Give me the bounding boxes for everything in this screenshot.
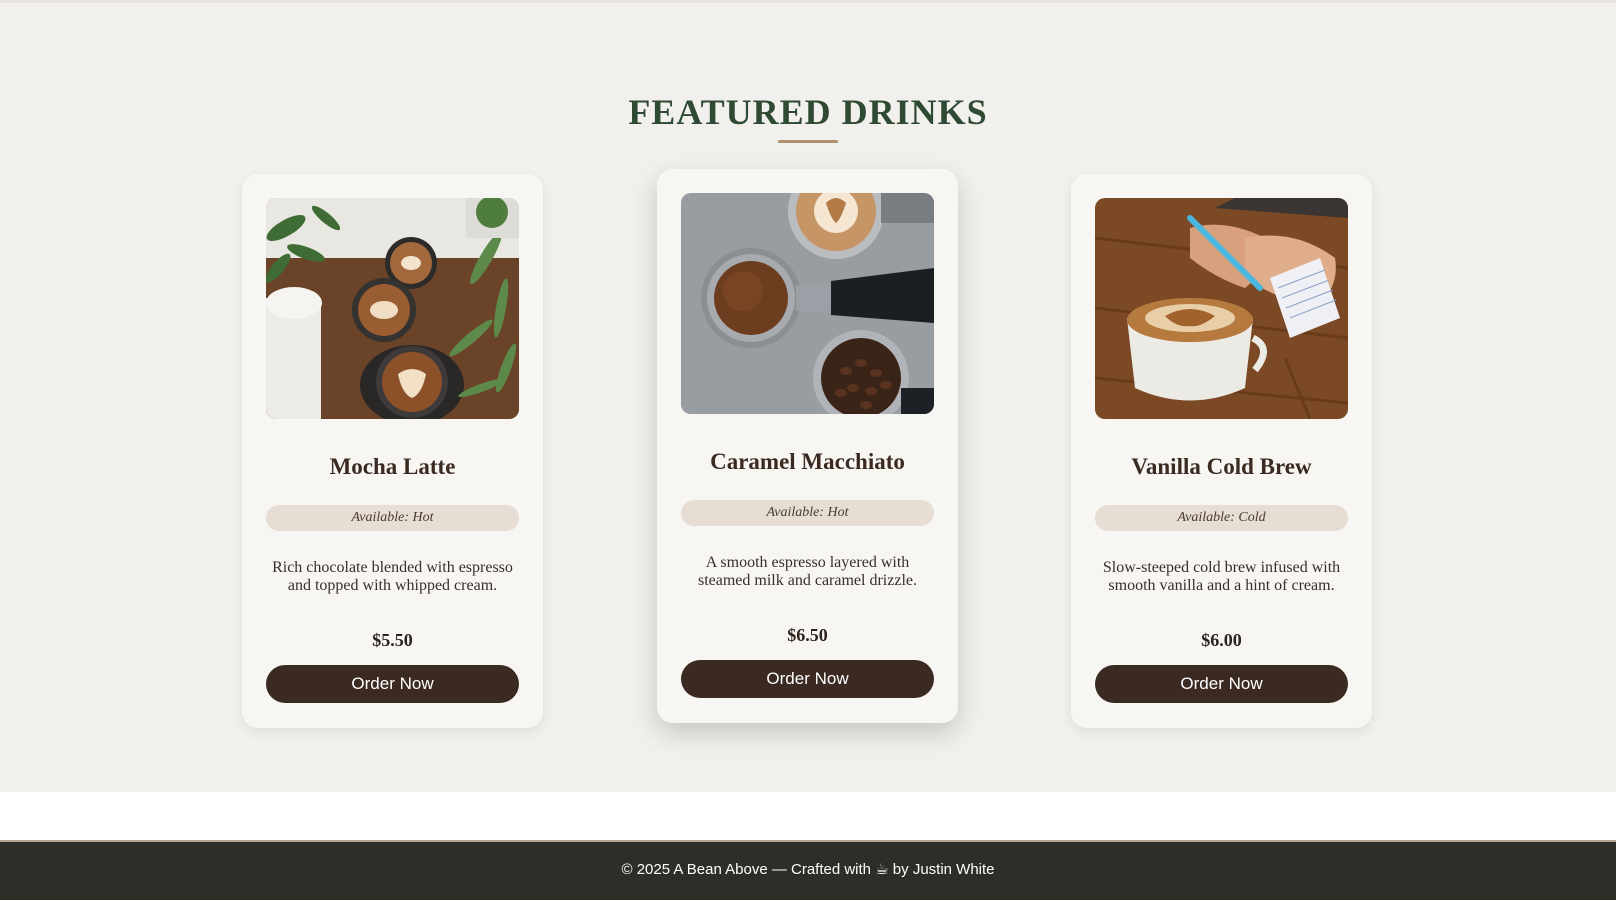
drink-card-mocha-latte: Mocha Latte Available: Hot Rich chocolat… [242, 174, 543, 728]
drink-image [681, 193, 934, 414]
order-now-button[interactable]: Order Now [681, 660, 934, 698]
footer-copyright: © 2025 A Bean Above — Crafted with ☕ by … [621, 861, 995, 878]
section-title: FEATURED DRINKS [628, 92, 988, 132]
drink-image [266, 198, 519, 419]
drink-description: A smooth espresso layered with steamed m… [697, 554, 917, 589]
availability-badge: Available: Hot [266, 505, 519, 531]
drink-name: Mocha Latte [329, 454, 456, 479]
drink-price: $6.00 [1201, 630, 1242, 650]
drink-price: $5.50 [372, 630, 413, 650]
site-footer: © 2025 A Bean Above — Crafted with ☕ by … [0, 842, 1616, 900]
drink-name: Vanilla Cold Brew [1131, 454, 1312, 479]
drink-name: Caramel Macchiato [710, 449, 905, 474]
order-now-button[interactable]: Order Now [266, 665, 519, 703]
drink-card-caramel-macchiato: Caramel Macchiato Available: Hot A smoot… [657, 169, 958, 723]
drink-price: $6.50 [787, 625, 828, 645]
title-underline [778, 140, 838, 143]
order-now-button[interactable]: Order Now [1095, 665, 1348, 703]
availability-badge: Available: Cold [1095, 505, 1348, 531]
drink-description: Slow-steeped cold brew infused with smoo… [1102, 559, 1341, 594]
drink-card-vanilla-cold-brew: Vanilla Cold Brew Available: Cold Slow-s… [1071, 174, 1372, 728]
featured-drinks-section: FEATURED DRINKS Mocha Latte Available: H… [0, 0, 1616, 792]
drink-description: Rich chocolate blended with espresso and… [272, 559, 513, 594]
availability-badge: Available: Hot [681, 500, 934, 526]
drink-image [1095, 198, 1348, 419]
